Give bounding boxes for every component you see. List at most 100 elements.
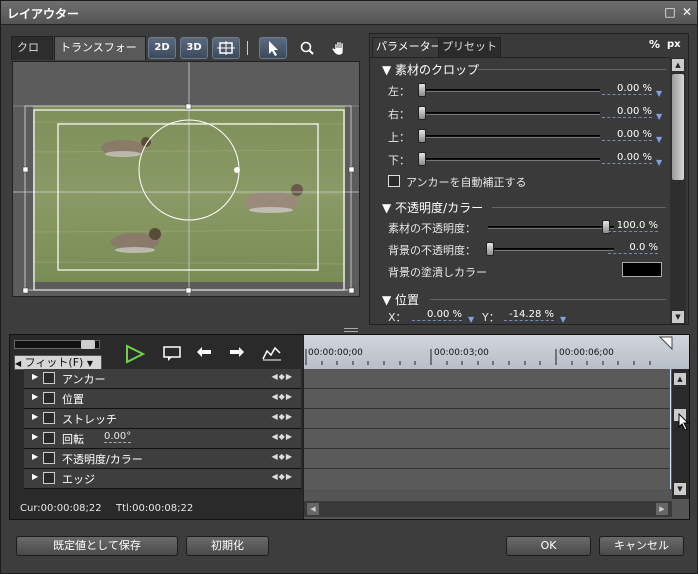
unit-px-button[interactable]: px <box>667 39 681 50</box>
parameter-scrollbar[interactable]: ▲ ▼ <box>670 58 686 324</box>
keyframe-nav-icons[interactable]: ◀◆▶ <box>272 452 293 461</box>
zoom-slider-thumb[interactable] <box>81 340 95 349</box>
track-checkbox[interactable] <box>43 432 55 444</box>
cancel-button[interactable]: キャンセル <box>599 536 684 556</box>
preview-canvas[interactable] <box>12 61 360 297</box>
scroll-down-icon[interactable]: ▼ <box>672 311 684 323</box>
crop-right-dropdown-icon[interactable]: ▼ <box>656 112 662 121</box>
crop-top-slider[interactable] <box>420 135 600 138</box>
play-button[interactable] <box>124 343 146 368</box>
track-checkbox[interactable] <box>43 372 55 384</box>
ok-button[interactable]: OK <box>506 536 591 556</box>
crop-right-slider[interactable] <box>420 112 600 115</box>
keyframe-nav-icons[interactable]: ◀◆▶ <box>272 392 293 401</box>
expand-icon[interactable]: ▶ <box>32 432 38 441</box>
fit-frame-button[interactable] <box>212 37 240 59</box>
initialize-button[interactable]: 初期化 <box>186 536 269 556</box>
timeline-hscrollbar[interactable]: ◀ ▶ <box>304 501 672 517</box>
bg-opacity-slider[interactable] <box>488 248 614 251</box>
playhead[interactable] <box>670 369 671 489</box>
tab-parameters[interactable]: パラメーター <box>372 37 446 57</box>
crop-section-toggle[interactable]: ▼ 素材のクロップ <box>382 61 479 78</box>
position-section-toggle[interactable]: ▼ 位置 <box>382 291 419 308</box>
crop-top-slider-thumb[interactable] <box>418 129 426 143</box>
crop-top-dropdown-icon[interactable]: ▼ <box>656 135 662 144</box>
track-name: 位置 <box>62 393 84 406</box>
scroll-down-icon[interactable]: ▼ <box>674 483 686 495</box>
track-rotation[interactable]: ▶ 回転 0.00° ◀◆▶ <box>24 429 301 449</box>
timeline-ruler[interactable]: 00:00:00;00 00:00:03;00 00:00:06;00 <box>304 335 689 369</box>
arrow-pointer-icon <box>269 41 278 56</box>
tab-presets[interactable]: プリセット <box>438 37 501 57</box>
close-icon[interactable]: ✕ <box>680 6 694 20</box>
position-y-dropdown-icon[interactable]: ▼ <box>560 315 566 324</box>
expand-icon[interactable]: ▶ <box>32 412 38 421</box>
zoom-tool-button[interactable] <box>293 37 321 59</box>
crop-left-value[interactable]: 0.00 % <box>602 83 652 95</box>
track-anchor[interactable]: ▶ アンカー ◀◆▶ <box>24 369 301 389</box>
select-tool-button[interactable] <box>259 37 287 59</box>
keyframe-nav-icons[interactable]: ◀◆▶ <box>272 412 293 421</box>
bg-fill-color-swatch[interactable] <box>622 262 662 277</box>
position-x-value[interactable]: 0.00 % <box>412 309 462 321</box>
hand-tool-button[interactable] <box>325 37 353 59</box>
preview-button[interactable] <box>162 346 182 365</box>
tab-crop[interactable]: クロップ <box>11 36 53 76</box>
track-opacity-color[interactable]: ▶ 不透明度/カラー ◀◆▶ <box>24 449 301 469</box>
crop-right-slider-thumb[interactable] <box>418 106 426 120</box>
track-checkbox[interactable] <box>43 412 55 424</box>
keyframe-nav-icons[interactable]: ◀◆▶ <box>272 372 293 381</box>
source-opacity-value[interactable]: 100.0 % <box>608 220 658 232</box>
2d-mode-button[interactable]: 2D <box>148 37 176 59</box>
crop-bottom-dropdown-icon[interactable]: ▼ <box>656 158 662 167</box>
keyframe-nav-icons[interactable]: ◀◆▶ <box>272 472 293 481</box>
save-as-default-button[interactable]: 既定値として保存 <box>16 536 178 556</box>
source-opacity-slider[interactable] <box>488 226 614 229</box>
position-y-value[interactable]: -14.28 % <box>504 309 554 321</box>
crop-left-slider-thumb[interactable] <box>418 83 426 97</box>
graph-button[interactable] <box>262 345 282 364</box>
track-checkbox[interactable] <box>43 452 55 464</box>
expand-icon[interactable]: ▶ <box>32 472 38 481</box>
rotation-value[interactable]: 0.00° <box>104 431 132 443</box>
expand-icon[interactable]: ▶ <box>32 392 38 401</box>
opacity-section-toggle[interactable]: ▼ 不透明度/カラー <box>382 199 483 216</box>
scroll-up-icon[interactable]: ▲ <box>674 373 686 385</box>
scroll-thumb[interactable] <box>672 74 684 180</box>
fit-dropdown[interactable]: ◀ フィット(F) ▼ <box>14 355 102 370</box>
track-edge[interactable]: ▶ エッジ ◀◆▶ <box>24 469 301 489</box>
unit-percent-button[interactable]: % <box>649 38 660 51</box>
track-checkbox[interactable] <box>43 472 55 484</box>
anchor-auto-checkbox[interactable] <box>388 175 400 187</box>
keyframe-nav-icons[interactable]: ◀◆▶ <box>272 432 293 441</box>
crop-bottom-slider[interactable] <box>420 158 600 161</box>
scroll-up-icon[interactable]: ▲ <box>672 59 684 71</box>
track-position[interactable]: ▶ 位置 ◀◆▶ <box>24 389 301 409</box>
position-x-dropdown-icon[interactable]: ▼ <box>468 315 474 324</box>
scroll-left-icon[interactable]: ◀ <box>307 503 319 515</box>
zoom-slider[interactable] <box>14 340 100 349</box>
track-checkbox[interactable] <box>43 392 55 404</box>
maximize-icon[interactable]: □ <box>663 6 677 20</box>
scroll-right-icon[interactable]: ▶ <box>656 503 668 515</box>
bg-opacity-value[interactable]: 0.0 % <box>608 242 658 254</box>
3d-mode-button[interactable]: 3D <box>180 37 208 59</box>
bg-opacity-slider-thumb[interactable] <box>486 242 494 256</box>
timeline-vscrollbar[interactable]: ▲ ▼ <box>672 369 689 499</box>
prev-keyframe-button[interactable] <box>196 347 214 364</box>
expand-icon[interactable]: ▶ <box>32 452 38 461</box>
crop-right-value[interactable]: 0.00 % <box>602 106 652 118</box>
splitter-handle[interactable] <box>344 328 358 332</box>
crop-left-dropdown-icon[interactable]: ▼ <box>656 89 662 98</box>
crop-top-value[interactable]: 0.00 % <box>602 129 652 141</box>
crop-left-slider[interactable] <box>420 89 600 92</box>
timeline-area[interactable]: 00:00:00;00 00:00:03;00 00:00:06;00 ▲ ▼ … <box>304 335 690 519</box>
next-keyframe-button[interactable] <box>228 347 246 364</box>
crop-bottom-value[interactable]: 0.00 % <box>602 152 652 164</box>
expand-icon[interactable]: ▶ <box>32 372 38 381</box>
tab-transform[interactable]: トランスフォーム <box>54 36 146 76</box>
crop-bottom-slider-thumb[interactable] <box>418 152 426 166</box>
track-lanes[interactable] <box>304 369 671 489</box>
ruler-ticks <box>305 336 673 365</box>
track-stretch[interactable]: ▶ ストレッチ ◀◆▶ <box>24 409 301 429</box>
